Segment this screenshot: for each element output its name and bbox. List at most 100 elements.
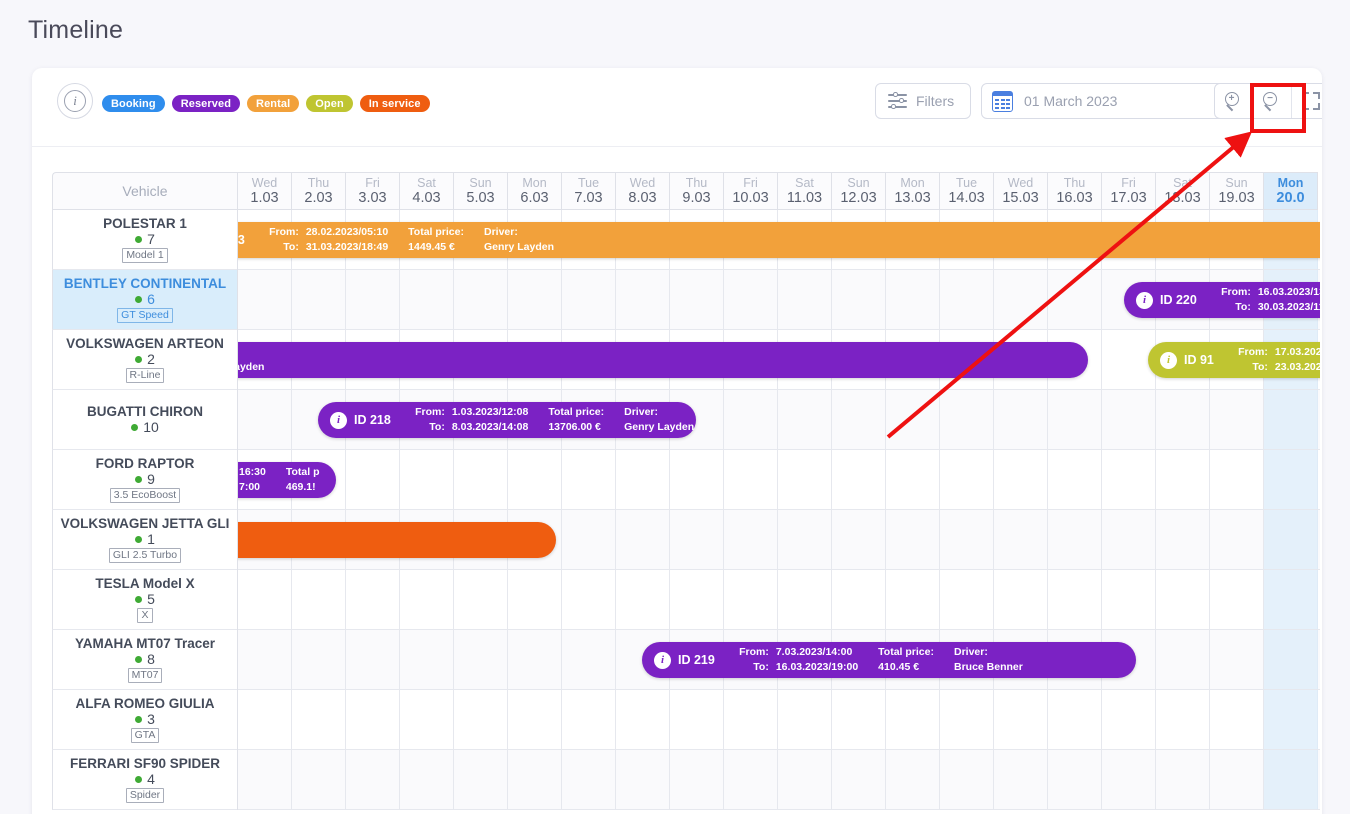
timeline-row[interactable] xyxy=(238,750,1320,810)
booking-id-group: i ID 219 xyxy=(642,651,715,669)
vehicle-count: 6 xyxy=(135,292,155,307)
vehicle-row[interactable]: FERRARI SF90 SPIDER 4 Spider xyxy=(52,750,237,810)
vehicle-name: BUGATTI CHIRON xyxy=(87,404,203,419)
legend-chip-reserved[interactable]: Reserved xyxy=(171,95,241,112)
vehicle-count-value: 9 xyxy=(147,471,155,487)
day-of-week: Sat xyxy=(1173,175,1192,190)
booking-dates: 16:30 7:00 xyxy=(238,465,266,495)
legend-chip-in-service[interactable]: In service xyxy=(359,95,430,112)
booking-bar[interactable]: 16:30 7:00 Total p 469.1! xyxy=(238,462,336,498)
booking-id: ID 219 xyxy=(678,653,715,667)
today-column-highlight xyxy=(1264,390,1318,449)
vehicle-name: FERRARI SF90 SPIDER xyxy=(69,756,221,771)
info-icon[interactable]: i xyxy=(1136,291,1153,309)
zoom-in-button[interactable]: + xyxy=(1215,84,1253,118)
timeline-card: i Booking Reserved Rental Open In service Fi… xyxy=(32,68,1322,814)
today-column-highlight xyxy=(1264,510,1318,569)
day-header: Thu 9.03 xyxy=(670,172,724,210)
day-header: Fri 17.03 xyxy=(1102,172,1156,210)
vehicle-count: 9 xyxy=(135,472,155,487)
booking-bar[interactable]: i ID 220 From: 16.03.2023/13:00 To: 30.03.202… xyxy=(1124,282,1320,318)
timeline-row[interactable] xyxy=(238,570,1320,630)
vehicle-row[interactable]: BENTLEY CONTINENTAL 6 GT Speed xyxy=(52,270,237,330)
day-header: Wed 8.03 xyxy=(616,172,670,210)
status-dot xyxy=(135,776,143,783)
vehicle-row[interactable]: VOLKSWAGEN JETTA GLI 1 GLI 2.5 Turbo xyxy=(52,510,237,570)
info-icon[interactable]: i xyxy=(654,651,671,669)
vehicle-count: 7 xyxy=(135,232,155,247)
vehicle-row[interactable]: VOLKSWAGEN ARTEON 2 R-Line xyxy=(52,330,237,390)
day-date: 20.0 xyxy=(1276,189,1305,206)
booking-fields: l price:4.05 €Driver:Genry Layden xyxy=(238,345,264,375)
legend-chip-rental[interactable]: Rental xyxy=(247,95,300,112)
day-of-week: Thu xyxy=(307,175,330,190)
status-dot xyxy=(135,476,143,483)
day-header: Fri 3.03 xyxy=(346,172,400,210)
day-of-week: Mon xyxy=(1277,175,1304,190)
vehicle-count: 1 xyxy=(135,532,155,547)
info-icon[interactable]: i xyxy=(1160,351,1177,369)
legend-chip-booking[interactable]: Booking xyxy=(102,95,165,112)
day-date: 7.03 xyxy=(574,189,603,206)
booking-bar[interactable] xyxy=(238,522,556,558)
day-of-week: Sun xyxy=(1225,175,1248,190)
timeline-row[interactable]: i ID 218 From: 1.03.2023/12:08 To: 8.03.2023/… xyxy=(238,390,1320,450)
timeline-row[interactable]: i ID 219 From: 7.03.2023/14:00 To: 16.03.2023… xyxy=(238,630,1320,690)
booking-id-group: iID 213 xyxy=(238,232,245,249)
booking-bar[interactable]: i ID 91 From: 17.03.2023/00:00 To: 23.03.2023… xyxy=(1148,342,1320,378)
vehicle-count: 10 xyxy=(131,420,159,435)
vehicle-row[interactable]: ALFA ROMEO GIULIA 3 GTA xyxy=(52,690,237,750)
day-of-week: Fri xyxy=(743,175,758,190)
booking-fields: From: 7.03.2023/14:00 To: 16.03.2023/19:00 T… xyxy=(715,645,1023,675)
day-of-week: Sat xyxy=(417,175,436,190)
timeline-row[interactable] xyxy=(238,510,1320,570)
info-icon[interactable]: i xyxy=(330,411,347,429)
from-value: 16.03.2023/13:00 xyxy=(1257,286,1320,298)
timeline-row[interactable]: l price:4.05 €Driver:Genry Layden i ID 91 F… xyxy=(238,330,1320,390)
timeline-row[interactable]: i ID 220 From: 16.03.2023/13:00 To: 30.03.202… xyxy=(238,270,1320,330)
vehicle-row[interactable]: TESLA Model X5X xyxy=(52,570,237,630)
day-date: 2.03 xyxy=(304,189,333,206)
timeline-page: Timeline i Booking Reserved Rental Open In s… xyxy=(0,0,1350,814)
vehicle-name: FORD RAPTOR xyxy=(95,456,195,471)
legend-chip-open[interactable]: Open xyxy=(306,95,353,112)
to-label: To: xyxy=(1252,361,1268,373)
day-of-week: Tue xyxy=(577,175,600,190)
timeline-row[interactable]: 16:30 7:00 Total p 469.1! xyxy=(238,450,1320,510)
day-date: 1.03 xyxy=(250,189,279,206)
day-of-week: Sun xyxy=(847,175,870,190)
booking-bar[interactable]: i ID 219 From: 7.03.2023/14:00 To: 16.03.2023… xyxy=(642,642,1136,678)
vehicle-count-value: 4 xyxy=(147,771,155,787)
from-label: From: xyxy=(1221,286,1251,298)
vehicle-row[interactable]: POLESTAR 1 7 Model 1 xyxy=(52,210,237,270)
to-value: 16.03.2023/19:00 xyxy=(775,661,859,673)
status-dot xyxy=(135,596,143,603)
to-label: To: xyxy=(1235,301,1251,313)
filters-button[interactable]: Filters xyxy=(875,83,971,119)
filters-icon xyxy=(888,92,907,109)
info-icon[interactable]: i xyxy=(57,83,93,119)
to-label: To: xyxy=(429,421,445,433)
vehicle-name: ALFA ROMEO GIULIA xyxy=(75,696,215,711)
day-date: 10.03 xyxy=(732,189,769,206)
day-header: Sat 18.03 xyxy=(1156,172,1210,210)
vehicle-row[interactable]: BUGATTI CHIRON 10 xyxy=(52,390,237,450)
vehicle-trim-badge: X xyxy=(137,608,153,623)
vehicle-row[interactable]: YAMAHA MT07 Tracer 8 MT07 xyxy=(52,630,237,690)
day-date: 14.03 xyxy=(948,189,985,206)
timeline-scroller[interactable]: Wed 1.03 Thu 2.03 Fri 3.03 Sat 4.03 Sun 5.03 Mon 6.… xyxy=(238,172,1320,814)
timeline-row[interactable] xyxy=(238,690,1320,750)
date-picker[interactable]: 01 March 2023 xyxy=(981,83,1246,119)
day-of-week: Tue xyxy=(955,175,978,190)
booking-bar[interactable]: i ID 218 From: 1.03.2023/12:08 To: 8.03.2023/… xyxy=(318,402,696,438)
timeline-row[interactable]: iID 213 From: 28.02.2023/05:10 To: 31.03.202… xyxy=(238,210,1320,270)
day-header: Sun 5.03 xyxy=(454,172,508,210)
day-header: Mon 20.0 xyxy=(1264,172,1318,210)
from-label: From: xyxy=(415,406,445,418)
vehicle-row[interactable]: FORD RAPTOR 9 3.5 EcoBoost xyxy=(52,450,237,510)
from-value: 7.03.2023/14:00 xyxy=(775,646,853,658)
booking-bar[interactable]: iID 213 From: 28.02.2023/05:10 To: 31.03.202… xyxy=(238,222,1320,258)
booking-bar[interactable]: l price:4.05 €Driver:Genry Layden xyxy=(238,342,1088,378)
booking-id: ID 218 xyxy=(354,413,391,427)
status-dot xyxy=(135,536,143,543)
